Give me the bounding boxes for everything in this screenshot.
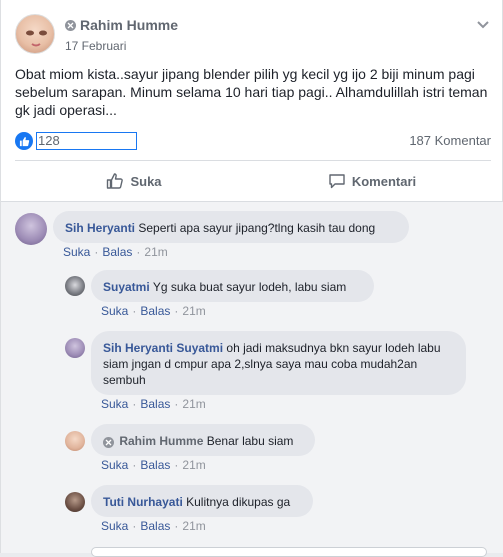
comment-time[interactable]: 21m bbox=[182, 397, 205, 411]
commenter-name[interactable]: Sih Heryanti bbox=[65, 221, 135, 235]
comment-meta: Suka · Balas · 21m bbox=[101, 458, 206, 472]
commenter-name[interactable]: Sih Heryanti bbox=[103, 341, 173, 355]
comment-reply-link[interactable]: Balas bbox=[102, 245, 132, 259]
reply-input[interactable] bbox=[91, 547, 487, 557]
comment-like-link[interactable]: Suka bbox=[101, 397, 128, 411]
comment-like-link[interactable]: Suka bbox=[101, 519, 128, 533]
comment-time[interactable]: 21m bbox=[182, 458, 205, 472]
comment-bubble: Suyatmi Yg suka buat sayur lodeh, labu s… bbox=[91, 270, 374, 302]
commenter-avatar[interactable] bbox=[65, 338, 85, 358]
comment-meta: Suka · Balas · 21m bbox=[101, 304, 206, 318]
comment-like-link[interactable]: Suka bbox=[63, 245, 90, 259]
commenter-name[interactable]: Rahim Humme bbox=[119, 434, 203, 448]
comment-button-label: Komentari bbox=[351, 173, 417, 189]
commenter-avatar[interactable] bbox=[15, 213, 47, 245]
comment-meta: Suka · Balas · 21m bbox=[63, 245, 168, 259]
comment-count-link[interactable]: 187 Komentar bbox=[409, 133, 491, 148]
commenter-name[interactable]: Tuti Nurhayati bbox=[103, 495, 183, 509]
profile-badge-icon bbox=[65, 19, 76, 31]
comment-button[interactable]: Komentari bbox=[253, 161, 491, 201]
author-avatar[interactable] bbox=[15, 14, 55, 54]
comment-bubble: Sih Heryanti Suyatmi oh jadi maksudnya b… bbox=[91, 331, 466, 395]
comment-text: Benar labu siam bbox=[206, 434, 294, 448]
comment-bubble: Sih Heryanti Seperti apa sayur jipang?tl… bbox=[53, 211, 409, 243]
like-button[interactable]: Suka bbox=[15, 161, 253, 201]
profile-badge-icon bbox=[103, 437, 114, 448]
comment-bubble: Tuti Nurhayati Kulitnya dikupas ga bbox=[91, 485, 313, 517]
comment-text: Seperti apa sayur jipang?tlng kasih tau … bbox=[138, 221, 376, 235]
like-reaction-icon[interactable] bbox=[15, 132, 33, 150]
post-author-name[interactable]: Rahim Humme bbox=[80, 17, 178, 33]
commenter-avatar[interactable] bbox=[65, 276, 85, 296]
comment-bubble: Rahim Humme Benar labu siam bbox=[91, 424, 315, 456]
post-header: Rahim Humme 17 Februari bbox=[15, 14, 495, 58]
post-stats: 128 187 Komentar bbox=[15, 131, 491, 151]
comment-text: Kulitnya dikupas ga bbox=[186, 495, 291, 509]
commenter-avatar[interactable] bbox=[65, 431, 85, 451]
comment-time[interactable]: 21m bbox=[182, 304, 205, 318]
comment-meta: Suka · Balas · 21m bbox=[101, 397, 206, 411]
like-button-label: Suka bbox=[130, 173, 162, 189]
comment-time[interactable]: 21m bbox=[144, 245, 167, 259]
comment-meta: Suka · Balas · 21m bbox=[101, 519, 206, 533]
comment-reply-link[interactable]: Balas bbox=[140, 458, 170, 472]
comment-reply-link[interactable]: Balas bbox=[140, 304, 170, 318]
comment-reply-link[interactable]: Balas bbox=[140, 519, 170, 533]
commenter-name[interactable]: Suyatmi bbox=[103, 280, 150, 294]
comment-icon bbox=[329, 174, 345, 189]
comment-time[interactable]: 21m bbox=[182, 519, 205, 533]
thumbs-up-icon bbox=[107, 173, 124, 189]
like-count[interactable]: 128 bbox=[36, 132, 137, 150]
comment-text: Yg suka buat sayur lodeh, labu siam bbox=[152, 280, 347, 294]
post-action-bar: Suka Komentari bbox=[15, 161, 491, 201]
comment-like-link[interactable]: Suka bbox=[101, 458, 128, 472]
commenter-avatar[interactable] bbox=[65, 492, 85, 512]
chevron-down-icon[interactable] bbox=[475, 16, 491, 32]
mentioned-user-link[interactable]: Suyatmi bbox=[176, 341, 223, 355]
comment-like-link[interactable]: Suka bbox=[101, 304, 128, 318]
post-date[interactable]: 17 Februari bbox=[65, 39, 126, 53]
post-body-text: Obat miom kista..sayur jipang blender pi… bbox=[15, 66, 488, 118]
post-card: Rahim Humme 17 Februari Obat miom kista.… bbox=[0, 0, 503, 557]
comment-reply-link[interactable]: Balas bbox=[140, 397, 170, 411]
